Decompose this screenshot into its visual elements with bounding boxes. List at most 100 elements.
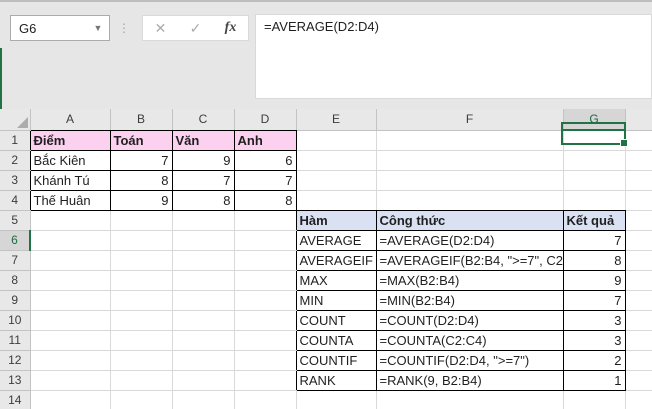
cell-e10[interactable]: COUNT xyxy=(296,310,376,330)
cell[interactable] xyxy=(30,330,110,350)
cell[interactable] xyxy=(376,150,563,170)
cell-f12[interactable]: =COUNTIF(D2:D4, ">=7") xyxy=(376,350,563,370)
cell-b1[interactable]: Toán xyxy=(110,130,172,150)
cell[interactable] xyxy=(376,130,563,150)
row-header-13[interactable]: 13 xyxy=(0,370,30,390)
cell[interactable] xyxy=(296,150,376,170)
cell[interactable] xyxy=(172,330,234,350)
cell-c2[interactable]: 9 xyxy=(172,150,234,170)
cell[interactable] xyxy=(172,250,234,270)
cell[interactable] xyxy=(563,150,625,170)
cell-f6[interactable]: =AVERAGE(D2:D4) xyxy=(376,230,563,250)
cell[interactable] xyxy=(30,270,110,290)
cell-c3[interactable]: 7 xyxy=(172,170,234,190)
cell-e8[interactable]: MAX xyxy=(296,270,376,290)
select-all-button[interactable] xyxy=(0,109,30,130)
cell[interactable] xyxy=(625,270,652,290)
cell[interactable] xyxy=(172,390,234,409)
cell[interactable] xyxy=(234,230,296,250)
row-header-11[interactable]: 11 xyxy=(0,330,30,350)
cell[interactable] xyxy=(563,390,625,409)
cell[interactable] xyxy=(563,190,625,210)
col-header-e[interactable]: E xyxy=(296,109,376,130)
cell[interactable] xyxy=(110,230,172,250)
cell-g6-selected[interactable]: 7 xyxy=(563,230,625,250)
cell-a1[interactable]: Điểm xyxy=(30,130,110,150)
cell[interactable] xyxy=(625,150,652,170)
cell[interactable] xyxy=(172,290,234,310)
cell-e11[interactable]: COUNTA xyxy=(296,330,376,350)
cell[interactable] xyxy=(625,350,652,370)
cell[interactable] xyxy=(30,310,110,330)
cell[interactable] xyxy=(296,190,376,210)
cell[interactable] xyxy=(625,210,652,230)
cell-f9[interactable]: =MIN(B2:B4) xyxy=(376,290,563,310)
cell[interactable] xyxy=(110,210,172,230)
cancel-icon[interactable]: ✕ xyxy=(143,16,178,40)
cell-e6[interactable]: AVERAGE xyxy=(296,230,376,250)
cell-d1[interactable]: Anh xyxy=(234,130,296,150)
cell-a4[interactable]: Thế Huân xyxy=(30,190,110,210)
col-header-c[interactable]: C xyxy=(172,109,234,130)
cell[interactable] xyxy=(30,250,110,270)
cell[interactable] xyxy=(376,390,563,409)
cell-g13[interactable]: 1 xyxy=(563,370,625,390)
row-header-7[interactable]: 7 xyxy=(0,250,30,270)
cell-e13[interactable]: RANK xyxy=(296,370,376,390)
cell[interactable] xyxy=(110,390,172,409)
cell[interactable] xyxy=(30,210,110,230)
cell-g11[interactable]: 3 xyxy=(563,330,625,350)
cell[interactable] xyxy=(234,250,296,270)
cell-g12[interactable]: 2 xyxy=(563,350,625,370)
cell-g5[interactable]: Kết quả xyxy=(563,210,625,230)
cell[interactable] xyxy=(110,290,172,310)
name-box[interactable]: G6 ▼ xyxy=(10,15,110,41)
cell[interactable] xyxy=(625,250,652,270)
cell-g10[interactable]: 3 xyxy=(563,310,625,330)
cell-e12[interactable]: COUNTIF xyxy=(296,350,376,370)
row-header-5[interactable]: 5 xyxy=(0,210,30,230)
cell-a3[interactable]: Khánh Tú xyxy=(30,170,110,190)
cell[interactable] xyxy=(234,310,296,330)
cell-b2[interactable]: 7 xyxy=(110,150,172,170)
cell[interactable] xyxy=(234,370,296,390)
cell-a2[interactable]: Bắc Kiên xyxy=(30,150,110,170)
cell-d2[interactable]: 6 xyxy=(234,150,296,170)
cell[interactable] xyxy=(625,190,652,210)
cell-g9[interactable]: 7 xyxy=(563,290,625,310)
cell[interactable] xyxy=(563,170,625,190)
cell[interactable] xyxy=(625,390,652,409)
cell[interactable] xyxy=(625,330,652,350)
cell[interactable] xyxy=(172,310,234,330)
cell-d4[interactable]: 8 xyxy=(234,190,296,210)
row-header-1[interactable]: 1 xyxy=(0,130,30,150)
cell-c1[interactable]: Văn xyxy=(172,130,234,150)
cell[interactable] xyxy=(110,250,172,270)
cell[interactable] xyxy=(296,130,376,150)
cell-d3[interactable]: 7 xyxy=(234,170,296,190)
cell[interactable] xyxy=(625,290,652,310)
cell-g8[interactable]: 9 xyxy=(563,270,625,290)
cell[interactable] xyxy=(234,290,296,310)
cell[interactable] xyxy=(110,370,172,390)
cell[interactable] xyxy=(625,130,652,150)
col-header-b[interactable]: B xyxy=(110,109,172,130)
cell[interactable] xyxy=(30,370,110,390)
cell-e9[interactable]: MIN xyxy=(296,290,376,310)
cell-b3[interactable]: 8 xyxy=(110,170,172,190)
name-box-value[interactable]: G6 xyxy=(11,21,87,36)
cell-e5[interactable]: Hàm xyxy=(296,210,376,230)
cell[interactable] xyxy=(30,230,110,250)
cell[interactable] xyxy=(172,370,234,390)
row-header-2[interactable]: 2 xyxy=(0,150,30,170)
col-header-d[interactable]: D xyxy=(234,109,296,130)
cell[interactable] xyxy=(172,210,234,230)
cell[interactable] xyxy=(110,310,172,330)
row-header-3[interactable]: 3 xyxy=(0,170,30,190)
cell-e7[interactable]: AVERAGEIF xyxy=(296,250,376,270)
formula-bar[interactable]: =AVERAGE(D2:D4) xyxy=(255,14,652,99)
enter-icon[interactable]: ✓ xyxy=(178,16,213,40)
row-header-6-selected[interactable]: 6 xyxy=(0,230,30,250)
cell[interactable] xyxy=(625,370,652,390)
cell[interactable] xyxy=(30,290,110,310)
